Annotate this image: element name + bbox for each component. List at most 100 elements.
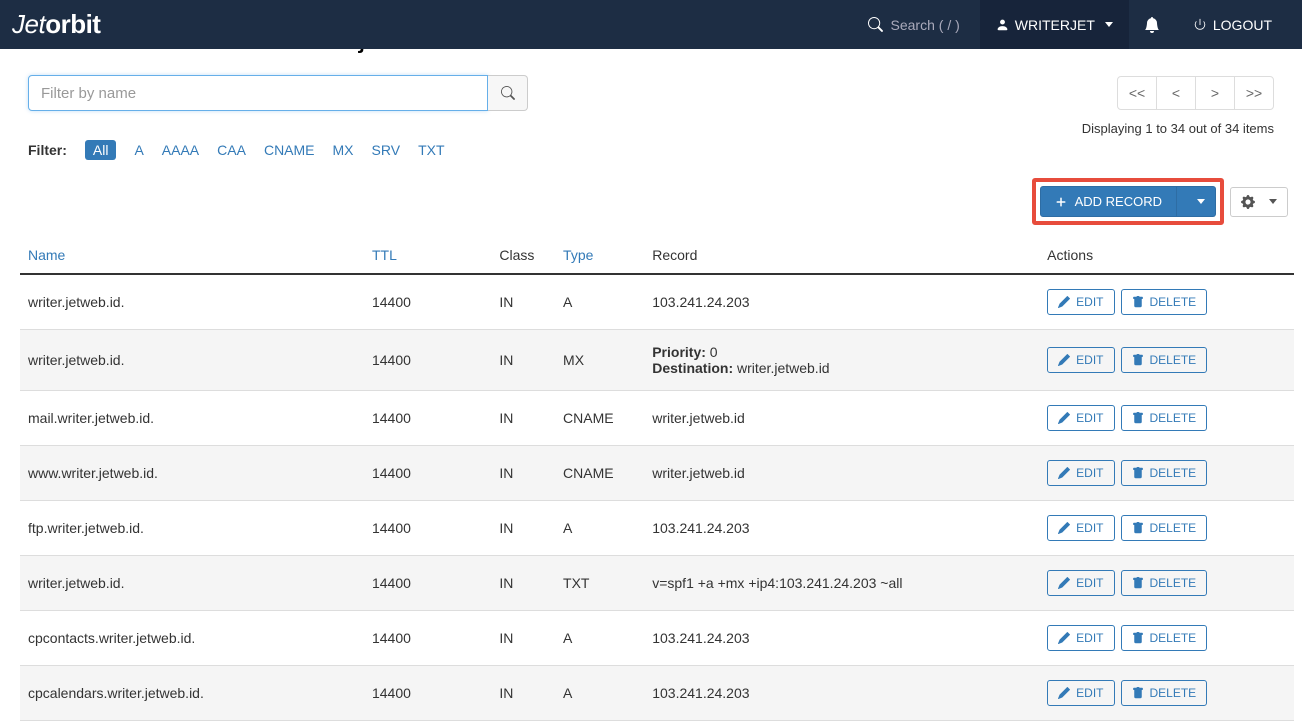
cell-record: v=spf1 +a +mx +ip4:103.241.24.203 ~all — [644, 556, 1039, 611]
delete-button[interactable]: DELETE — [1121, 460, 1208, 486]
cell-name: cpcalendars.writer.jetweb.id. — [20, 666, 364, 721]
pencil-icon — [1058, 577, 1070, 589]
type-filter-mx[interactable]: MX — [333, 142, 354, 158]
cell-name: mail.writer.jetweb.id. — [20, 391, 364, 446]
cell-class: IN — [491, 556, 555, 611]
pager-last[interactable]: >> — [1234, 76, 1274, 110]
global-search[interactable]: Search ( / ) — [868, 17, 960, 33]
table-row: www.writer.jetweb.id.14400INCNAMEwriter.… — [20, 446, 1294, 501]
cell-type: A — [555, 274, 644, 330]
type-filter-caa[interactable]: CAA — [217, 142, 246, 158]
record-value: v=spf1 +a +mx +ip4:103.241.24.203 ~all — [652, 575, 902, 591]
cell-type: CNAME — [555, 391, 644, 446]
search-icon — [501, 86, 515, 100]
pager-prev[interactable]: < — [1156, 76, 1196, 110]
cell-name: writer.jetweb.id. — [20, 556, 364, 611]
record-value: 103.241.24.203 — [652, 630, 749, 646]
record-value: 103.241.24.203 — [652, 294, 749, 310]
table-row: writer.jetweb.id.14400INA103.241.24.203E… — [20, 274, 1294, 330]
pager-next[interactable]: > — [1195, 76, 1235, 110]
cell-record: writer.jetweb.id — [644, 446, 1039, 501]
cell-record: 103.241.24.203 — [644, 666, 1039, 721]
type-filter-row: Filter: AllAAAAACAACNAMEMXSRVTXT — [0, 136, 1302, 168]
caret-down-icon — [1197, 199, 1205, 204]
add-record-highlight: ADD RECORD — [1032, 178, 1224, 225]
type-filter-all[interactable]: All — [85, 140, 117, 160]
record-value: writer.jetweb.id — [652, 410, 745, 426]
caret-down-icon — [1269, 199, 1277, 204]
page-title: Zone Records for "writer.jetweb.id" — [0, 49, 1302, 53]
display-count: Displaying 1 to 34 out of 34 items — [0, 119, 1302, 136]
cell-name: writer.jetweb.id. — [20, 274, 364, 330]
type-filter-txt[interactable]: TXT — [418, 142, 444, 158]
delete-button[interactable]: DELETE — [1121, 405, 1208, 431]
delete-button[interactable]: DELETE — [1121, 625, 1208, 651]
record-value: 103.241.24.203 — [652, 520, 749, 536]
pencil-icon — [1058, 296, 1070, 308]
filter-by-name-input[interactable] — [28, 75, 488, 111]
col-actions: Actions — [1039, 237, 1294, 274]
edit-button[interactable]: EDIT — [1047, 289, 1114, 315]
delete-button[interactable]: DELETE — [1121, 515, 1208, 541]
table-row: cpcontacts.writer.jetweb.id.14400INA103.… — [20, 611, 1294, 666]
col-record: Record — [644, 237, 1039, 274]
pencil-icon — [1058, 354, 1070, 366]
pager-first[interactable]: << — [1117, 76, 1157, 110]
logo-part-1: Jet — [12, 9, 45, 39]
cell-actions: EDIT DELETE — [1039, 274, 1294, 330]
edit-button[interactable]: EDIT — [1047, 405, 1114, 431]
delete-button[interactable]: DELETE — [1121, 570, 1208, 596]
caret-down-icon — [1105, 22, 1113, 27]
cell-record: 103.241.24.203 — [644, 501, 1039, 556]
col-name[interactable]: Name — [20, 237, 364, 274]
cell-type: A — [555, 501, 644, 556]
cell-ttl: 14400 — [364, 501, 491, 556]
edit-button[interactable]: EDIT — [1047, 460, 1114, 486]
col-type[interactable]: Type — [555, 237, 644, 274]
logout-label: LOGOUT — [1213, 17, 1272, 33]
cell-class: IN — [491, 330, 555, 391]
filter-submit-button[interactable] — [488, 75, 528, 111]
search-icon — [868, 17, 883, 32]
col-ttl[interactable]: TTL — [364, 237, 491, 274]
type-filter-srv[interactable]: SRV — [372, 142, 401, 158]
cell-ttl: 14400 — [364, 666, 491, 721]
user-menu[interactable]: WRITERJET — [980, 0, 1129, 49]
record-value: 103.241.24.203 — [652, 685, 749, 701]
delete-button[interactable]: DELETE — [1121, 347, 1208, 373]
dns-records-table: Name TTL Class Type Record Actions write… — [20, 237, 1294, 721]
type-filter-a[interactable]: A — [134, 142, 143, 158]
cell-ttl: 14400 — [364, 274, 491, 330]
cell-name: writer.jetweb.id. — [20, 330, 364, 391]
cell-type: A — [555, 666, 644, 721]
edit-button[interactable]: EDIT — [1047, 515, 1114, 541]
cell-type: TXT — [555, 556, 644, 611]
edit-button[interactable]: EDIT — [1047, 680, 1114, 706]
delete-button[interactable]: DELETE — [1121, 680, 1208, 706]
cell-ttl: 14400 — [364, 556, 491, 611]
type-filter-cname[interactable]: CNAME — [264, 142, 315, 158]
cell-record: writer.jetweb.id — [644, 391, 1039, 446]
cell-class: IN — [491, 501, 555, 556]
cell-record: Priority: 0Destination: writer.jetweb.id — [644, 330, 1039, 391]
cell-class: IN — [491, 391, 555, 446]
trash-icon — [1132, 354, 1144, 366]
edit-button[interactable]: EDIT — [1047, 625, 1114, 651]
cell-class: IN — [491, 611, 555, 666]
add-record-button[interactable]: ADD RECORD — [1040, 186, 1177, 217]
edit-button[interactable]: EDIT — [1047, 347, 1114, 373]
logo-part-2: orbit — [45, 9, 100, 39]
notifications-button[interactable] — [1129, 0, 1175, 49]
logout-button[interactable]: LOGOUT — [1175, 0, 1290, 49]
table-row: writer.jetweb.id.14400INMXPriority: 0Des… — [20, 330, 1294, 391]
type-filter-aaaa[interactable]: AAAA — [162, 142, 199, 158]
table-row: mail.writer.jetweb.id.14400INCNAMEwriter… — [20, 391, 1294, 446]
table-row: ftp.writer.jetweb.id.14400INA103.241.24.… — [20, 501, 1294, 556]
search-label: Search ( / ) — [891, 17, 960, 33]
delete-button[interactable]: DELETE — [1121, 289, 1208, 315]
settings-button[interactable] — [1230, 187, 1288, 217]
trash-icon — [1132, 296, 1144, 308]
cell-ttl: 14400 — [364, 330, 491, 391]
edit-button[interactable]: EDIT — [1047, 570, 1114, 596]
add-record-dropdown[interactable] — [1177, 186, 1216, 217]
